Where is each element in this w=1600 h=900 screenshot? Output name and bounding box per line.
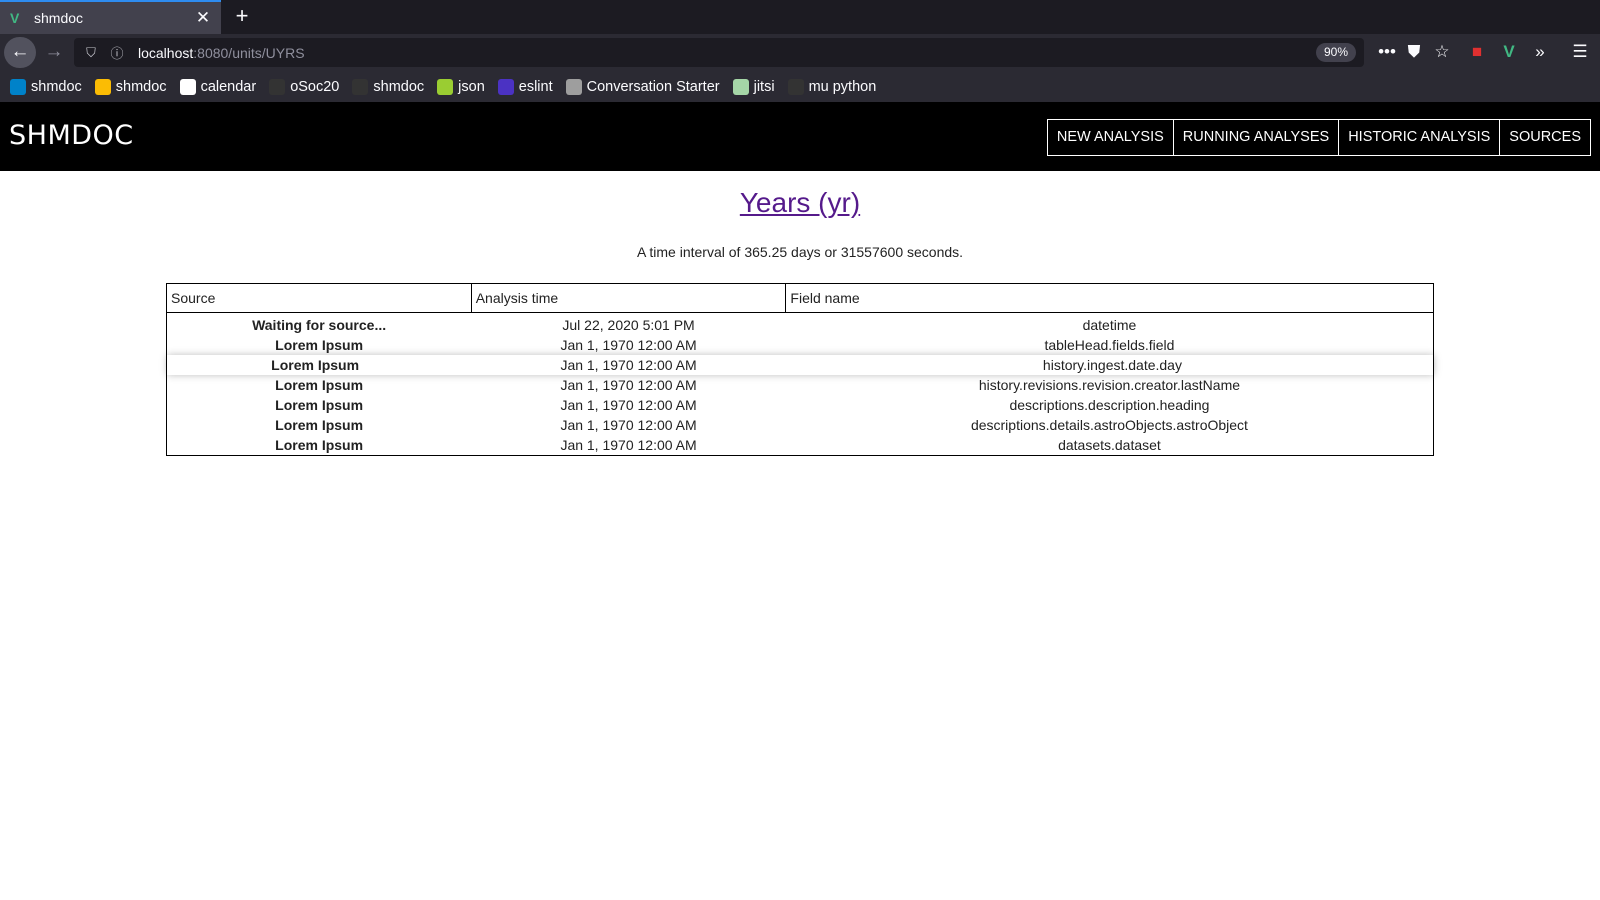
url-host: localhost [138,44,194,61]
cell-source: Lorem Ipsum [271,357,360,373]
app-title[interactable]: SHMDOC [9,120,134,151]
pocket-icon[interactable]: ⛊ [1403,42,1425,62]
cell-time: Jul 22, 2020 5:01 PM [562,317,695,333]
jitsi-icon [732,78,749,95]
bookmark-item[interactable]: shmdoc [352,78,425,95]
bookmarks-bar: shmdoc shmdoc calendar oSoc20 shmdoc json esli… [0,71,1600,102]
shield-icon[interactable]: ⛉ [82,45,100,61]
main-content: Years (yr) A time interval of 365.25 day… [0,171,1600,900]
github-icon [269,78,286,95]
nextcloud-icon [10,78,26,95]
bookmark-item[interactable]: json [437,78,485,95]
bookmark-item[interactable]: oSoc20 [269,78,340,95]
more-actions-icon[interactable]: ••• [1376,42,1398,62]
new-tab-button[interactable]: + [231,3,253,29]
nav-historic-analysis[interactable]: HISTORIC ANALYSIS [1338,119,1501,156]
bookmark-item[interactable]: mu python [787,78,877,95]
info-icon[interactable]: ⓘ [108,43,126,62]
bookmark-label: oSoc20 [290,78,340,95]
column-header-analysis-time[interactable]: Analysis time [470,283,787,313]
cell-field: descriptions.description.heading [1009,397,1210,413]
bookmark-label: shmdoc [31,78,82,95]
cell-source: Lorem Ipsum [275,437,364,453]
bookmark-item[interactable]: shmdoc [94,78,167,95]
nav-sources[interactable]: SOURCES [1499,119,1591,156]
cell-time: Jan 1, 1970 12:00 AM [560,417,697,433]
cell-source: Lorem Ipsum [275,417,364,433]
nav-running-analyses[interactable]: RUNNING ANALYSES [1172,119,1340,156]
url-text[interactable]: localhost:8080/units/UYRS [138,45,305,61]
hamburger-menu-icon[interactable]: ☰ [1569,42,1591,62]
cell-source: Lorem Ipsum [275,377,364,393]
column-header-field-name[interactable]: Field name [785,283,1434,313]
bookmark-label: shmdoc [115,78,167,95]
url-path: :8080/units/UYRS [193,44,305,61]
cell-time: Jan 1, 1970 12:00 AM [560,377,697,393]
cell-field: tableHead.fields.field [1044,337,1175,353]
cell-field: history.revisions.revision.creator.lastN… [978,377,1241,393]
bookmark-label: json [458,78,485,95]
cell-time: Jan 1, 1970 12:00 AM [560,337,697,353]
cell-time: Jan 1, 1970 12:00 AM [560,357,697,373]
unit-title-link[interactable]: Years (yr) [740,187,860,218]
extension-icon[interactable]: ■ [1466,42,1488,62]
forward-button[interactable]: → [38,37,70,68]
globe-icon [565,78,582,95]
bookmark-item[interactable]: eslint [497,78,553,95]
json-icon [437,78,454,95]
cell-source: Lorem Ipsum [275,397,364,413]
cell-field: descriptions.details.astroObjects.astroO… [970,417,1248,433]
address-bar[interactable]: ⛉ ⓘ localhost:8080/units/UYRS 90% [74,38,1364,67]
table-row[interactable]: Lorem Ipsum Jan 1, 1970 12:00 AM history.r… [167,375,1434,395]
occurrences-table: Source Analysis time Field name Waiting … [166,283,1434,456]
table-row[interactable]: Lorem Ipsum Jan 1, 1970 12:00 AM tableHead… [167,335,1434,355]
column-header-source[interactable]: Source [166,283,472,313]
table-row[interactable]: Lorem Ipsum Jan 1, 1970 12:00 AM descripti… [167,395,1434,415]
app-header: SHMDOC NEW ANALYSIS RUNNING ANALYSES HIS… [0,102,1600,171]
bookmark-label: mu python [808,78,877,95]
github-icon [352,78,369,95]
zoom-level[interactable]: 90% [1315,43,1356,62]
drive-icon [94,78,111,95]
browser-toolbar: ← → ⛉ ⓘ localhost:8080/units/UYRS 90% ••… [0,34,1600,71]
tab-title: shmdoc [34,10,84,26]
back-button[interactable]: ← [4,37,36,68]
table-row[interactable]: Waiting for source... Jul 22, 2020 5:01 P… [167,313,1434,336]
bookmark-label: Conversation Starter [586,78,720,95]
page-title: Years (yr) [0,187,1600,219]
browser-tab[interactable]: V shmdoc ✕ [0,0,221,34]
bookmark-star-icon[interactable]: ☆ [1431,42,1453,62]
close-tab-icon[interactable]: ✕ [193,8,213,28]
vue-devtools-icon[interactable]: V [1498,42,1520,62]
nav-new-analysis[interactable]: NEW ANALYSIS [1046,119,1174,156]
unit-description: A time interval of 365.25 days or 315576… [636,244,964,260]
bookmark-label: jitsi [753,78,775,95]
bookmark-label: calendar [200,78,257,95]
browser-tab-strip: V shmdoc ✕ + [0,0,1600,34]
overflow-menu-icon[interactable]: » [1529,42,1551,62]
cell-field: datetime [1082,317,1137,333]
app-nav: NEW ANALYSIS RUNNING ANALYSES HISTORIC A… [1046,119,1591,156]
cell-field: datasets.dataset [1058,437,1161,453]
table-row[interactable]: Lorem Ipsum Jan 1, 1970 12:00 AM datasets.… [167,435,1434,456]
bookmark-item[interactable]: jitsi [732,78,775,95]
calendar-icon [179,78,196,95]
cell-time: Jan 1, 1970 12:00 AM [560,437,697,453]
github-icon [787,78,804,95]
cell-time: Jan 1, 1970 12:00 AM [560,397,697,413]
cell-field: history.ingest.date.day [1042,357,1182,373]
cell-source: Lorem Ipsum [275,337,364,353]
cell-source: Waiting for source... [252,317,387,333]
bookmark-item[interactable]: calendar [179,78,257,95]
bookmark-item[interactable]: shmdoc [10,78,82,95]
eslint-icon [497,78,514,95]
table-header-row: Source Analysis time Field name [166,283,1434,313]
bookmark-label: shmdoc [373,78,425,95]
table-row[interactable]: Lorem Ipsum Jan 1, 1970 12:00 AM descripti… [167,415,1434,435]
table-row[interactable]: Lorem Ipsum Jan 1, 1970 12:00 AM history.i… [167,355,1434,375]
bookmark-label: eslint [518,78,553,95]
vue-icon: V [10,10,20,26]
bookmark-item[interactable]: Conversation Starter [565,78,720,95]
